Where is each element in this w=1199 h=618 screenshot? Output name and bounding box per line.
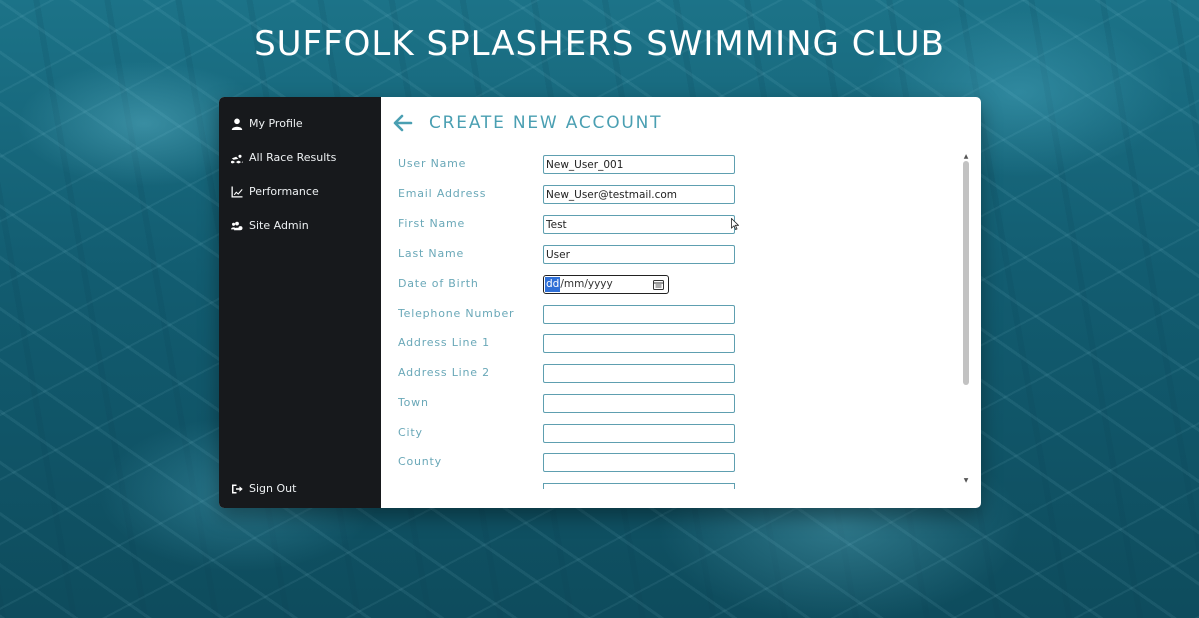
user-icon (230, 118, 244, 130)
form-row-address-line-2: Address Line 2 (398, 362, 958, 384)
address-line-1-input[interactable] (543, 334, 735, 353)
swimmer-icon (230, 152, 244, 164)
town-input[interactable] (543, 394, 735, 413)
main-content: CREATE NEW ACCOUNT User Name Email Addre… (381, 97, 981, 508)
sidebar-item-label: My Profile (249, 117, 303, 130)
address-line-1-label: Address Line 1 (398, 336, 490, 349)
scroll-up-arrow-icon[interactable]: ▲ (962, 153, 970, 161)
first-name-input[interactable] (543, 215, 735, 234)
form-row-county: County (398, 451, 958, 473)
form-row-user-name: User Name (398, 153, 958, 175)
first-name-label: First Name (398, 217, 466, 230)
form-row-town: Town (398, 392, 958, 414)
sidebar-item-label: Site Admin (249, 219, 309, 232)
scroll-down-arrow-icon[interactable]: ▼ (962, 477, 970, 485)
chart-line-icon (230, 186, 244, 198)
sidebar-item-performance[interactable]: Performance (230, 185, 319, 198)
city-label: City (398, 426, 423, 439)
sidebar-item-label: All Race Results (249, 151, 337, 164)
sidebar-item-site-admin[interactable]: Site Admin (230, 219, 309, 232)
last-name-input[interactable] (543, 245, 735, 264)
user-name-label: User Name (398, 157, 467, 170)
town-label: Town (398, 396, 429, 409)
form-row-email: Email Address (398, 183, 958, 205)
partial-next-input[interactable] (543, 483, 735, 489)
users-cog-icon (230, 220, 244, 232)
last-name-label: Last Name (398, 247, 465, 260)
email-label: Email Address (398, 187, 487, 200)
form-row-address-line-1: Address Line 1 (398, 332, 958, 354)
telephone-input[interactable] (543, 305, 735, 324)
form-row-last-name: Last Name (398, 243, 958, 265)
address-line-2-label: Address Line 2 (398, 366, 490, 379)
address-line-2-input[interactable] (543, 364, 735, 383)
telephone-label: Telephone Number (398, 307, 515, 320)
county-input[interactable] (543, 453, 735, 472)
arrow-left-icon[interactable] (393, 114, 415, 132)
site-title: SUFFOLK SPLASHERS SWIMMING CLUB (254, 24, 945, 64)
dob-label: Date of Birth (398, 277, 479, 290)
sidebar: My Profile All Race Results Performance … (219, 97, 381, 508)
sidebar-item-label: Performance (249, 185, 319, 198)
form-row-dob: Date of Birth dd/mm/yyyy (398, 273, 958, 295)
form-row-telephone: Telephone Number (398, 303, 958, 325)
city-input[interactable] (543, 424, 735, 443)
page-title: CREATE NEW ACCOUNT (429, 113, 663, 133)
create-account-form: User Name Email Address First Name Last … (398, 153, 968, 485)
form-scrollbar[interactable]: ▲ ▼ (962, 153, 970, 485)
mouse-pointer-icon (731, 215, 740, 231)
page-header: CREATE NEW ACCOUNT (393, 113, 662, 133)
user-name-input[interactable] (543, 155, 735, 174)
sign-out-label: Sign Out (249, 482, 297, 495)
dob-date-input[interactable]: dd/mm/yyyy (543, 275, 669, 294)
account-panel: My Profile All Race Results Performance … (219, 97, 981, 508)
sidebar-item-my-profile[interactable]: My Profile (230, 117, 303, 130)
email-input[interactable] (543, 185, 735, 204)
form-row-city: City (398, 422, 958, 444)
calendar-icon[interactable] (653, 279, 664, 290)
form-row-first-name: First Name (398, 213, 958, 235)
scroll-thumb[interactable] (963, 161, 969, 385)
sign-out-button[interactable]: Sign Out (230, 482, 296, 495)
dob-month-year-segment[interactable]: /mm/yyyy (560, 277, 612, 292)
dob-day-segment[interactable]: dd (545, 277, 561, 292)
sign-out-icon (230, 483, 244, 495)
county-label: County (398, 455, 442, 468)
sidebar-item-all-race-results[interactable]: All Race Results (230, 151, 336, 164)
